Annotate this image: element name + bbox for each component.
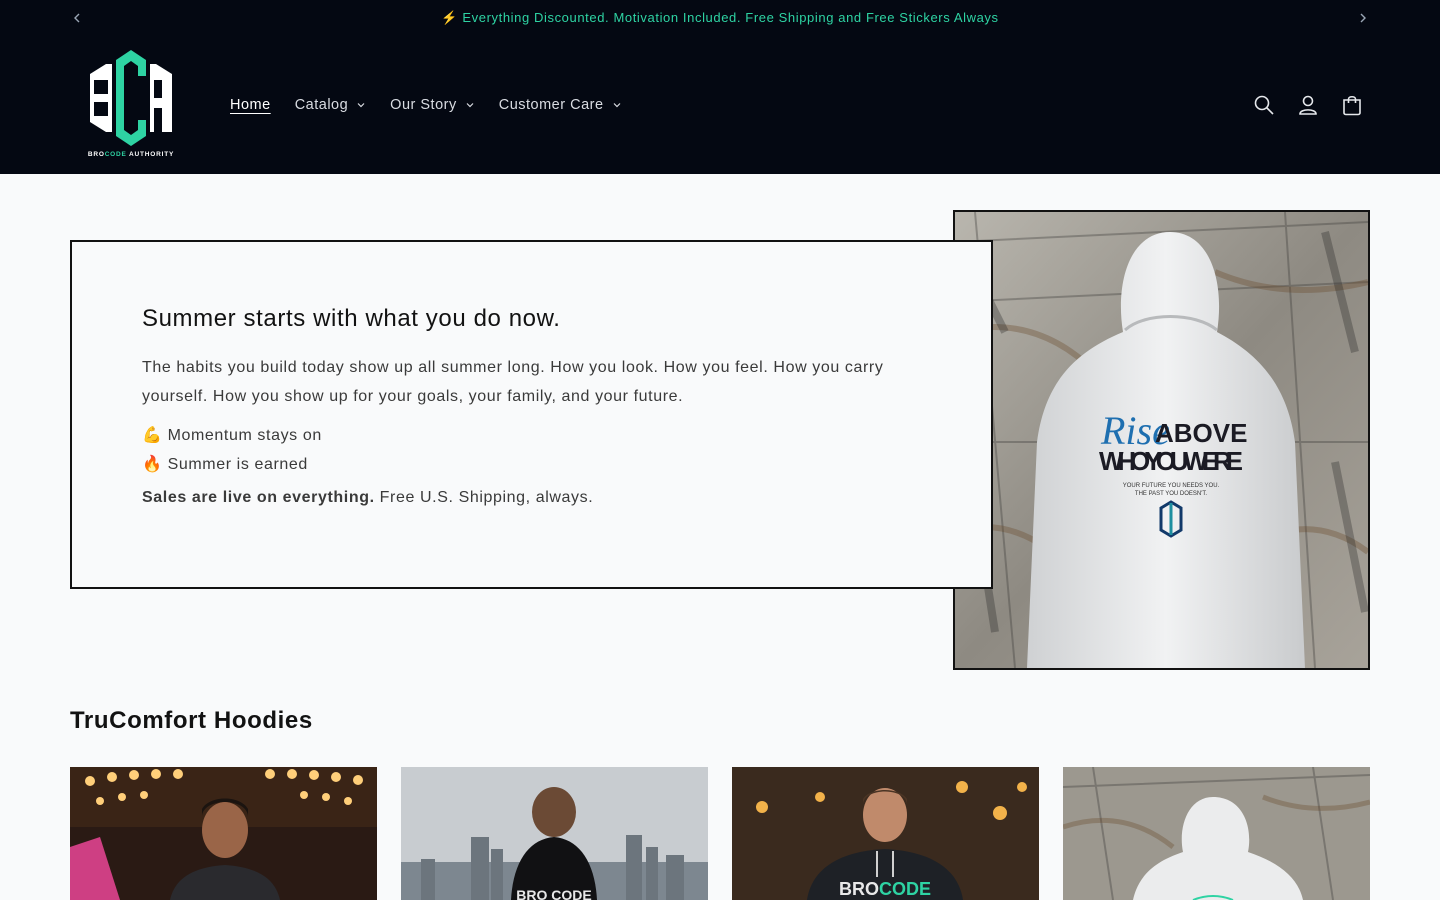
hoodie-back-image: Rise ABOVE WHO YOU WERE YOUR FUTURE YOU … (955, 212, 1368, 668)
hero-text-box: Summer starts with what you do now. The … (70, 240, 993, 589)
search-icon[interactable] (1253, 94, 1275, 116)
product-card[interactable]: BROCODE (732, 767, 1039, 900)
logo[interactable]: BROCODE AUTHORITY (82, 46, 180, 160)
chevron-down-icon (613, 103, 620, 108)
product-image (1063, 767, 1370, 900)
hero-heading: Summer starts with what you do now. (142, 305, 561, 332)
chevron-down-icon (357, 103, 365, 108)
logo-subtitle: BROCODE AUTHORITY (87, 151, 175, 158)
product-image: BROCODE (732, 767, 1039, 900)
cart-icon[interactable] (1341, 94, 1363, 116)
announcement-text[interactable]: ⚡ Everything Discounted. Motivation Incl… (0, 10, 1440, 26)
product-image (70, 767, 377, 900)
account-icon[interactable] (1297, 94, 1319, 116)
hero-list: 💪 Momentum stays on 🔥 Summer is earned (142, 421, 322, 479)
collection-title: TruComfort Hoodies (70, 707, 313, 734)
nav-our-story-label: Our Story (390, 97, 457, 113)
list-item: 🔥 Summer is earned (142, 456, 308, 473)
nav-customer-care-label: Customer Care (498, 97, 604, 113)
logo-mark-icon (90, 50, 172, 146)
product-image: BRO CODE (401, 767, 708, 900)
chevron-down-icon (466, 103, 474, 108)
print-text: BRO CODE (516, 887, 591, 900)
nav-customer-care[interactable]: Customer Care (499, 97, 622, 113)
product-card[interactable]: BRO CODE (401, 767, 708, 900)
print-small1: YOUR FUTURE YOU NEEDS YOU. (1123, 483, 1220, 489)
list-item: 💪 Momentum stays on (142, 427, 322, 444)
print-line2: WHO YOU WERE (1099, 446, 1243, 476)
nav-catalog-label: Catalog (294, 97, 349, 113)
product-card[interactable] (1063, 767, 1370, 900)
main-nav: Home Catalog Our Story Customer Care (230, 97, 646, 113)
product-card[interactable] (70, 767, 377, 900)
site-header: BROCODE AUTHORITY Home Catalog Our Story… (0, 36, 1440, 174)
print-line1: ABOVE (1155, 418, 1247, 448)
print-small2: THE PAST YOU DOESN'T. (1135, 491, 1207, 497)
hero-cta: Sales are live on everything. Free U.S. … (142, 489, 593, 507)
nav-our-story[interactable]: Our Story (390, 97, 475, 113)
nav-home-label: Home (230, 97, 271, 113)
hero-cta-rest: Free U.S. Shipping, always. (374, 489, 594, 506)
nav-home[interactable]: Home (230, 97, 271, 113)
hero-cta-bold: Sales are live on everything. (142, 489, 375, 506)
announcement-bar: ⚡ Everything Discounted. Motivation Incl… (0, 0, 1440, 36)
print-text: BROCODE (839, 879, 931, 899)
hero-body: The habits you build today show up all s… (142, 359, 884, 405)
hero-image: Rise ABOVE WHO YOU WERE YOUR FUTURE YOU … (953, 210, 1370, 670)
nav-catalog[interactable]: Catalog (295, 97, 366, 113)
chevron-right-icon[interactable] (1355, 10, 1371, 26)
